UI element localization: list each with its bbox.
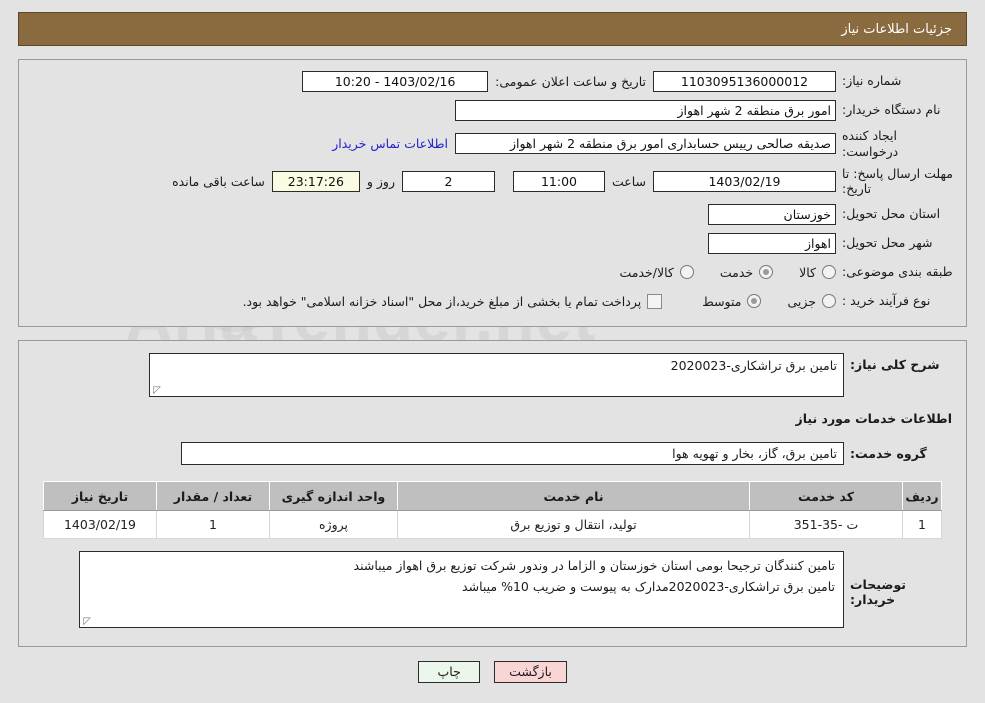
row-buyer-notes: توضیحات خریدار: تامین کنندگان ترجیحا بوم… [31,551,954,629]
general-description-label: شرح کلی نیاز: [850,357,940,373]
deadline-label-line2: تاریخ: [842,181,872,197]
column-header-service-name: نام خدمت [397,481,750,512]
radio-indicator-service[interactable] [759,265,774,280]
radio-indicator-goods[interactable] [822,265,836,280]
cell-quantity: 1 [156,510,270,540]
buyer-contact-link[interactable]: اطلاعات تماس خریدار [325,136,455,151]
radio-label-medium: متوسط [702,293,742,309]
buyer-organization-label: نام دستگاه خریدار: [842,102,941,118]
radio-indicator-goods-service[interactable] [679,265,694,280]
items-table-body: 1 ت -35-351 تولید، انتقال و توزیع برق پر… [43,510,942,540]
row-subject-category: طبقه بندی موضوعی: کالا خدمت کالا/خدمت [31,261,954,283]
cell-unit: پروژه [269,510,398,540]
cell-need-date: 1403/02/19 [43,510,157,540]
treasury-note-text: پرداخت تمام یا بخشی از مبلغ خرید،از محل … [242,293,642,309]
row-request-creator: ایجاد کننده درخواست: صدیقه صالحی رییس حس… [31,128,954,159]
radio-indicator-minor[interactable] [822,294,836,309]
notes-resize-grip-icon[interactable]: ◸ [82,617,91,627]
cell-service-name: تولید، انتقال و توزیع برق [397,510,750,540]
subject-category-label: طبقه بندی موضوعی: [842,264,953,280]
radio-indicator-medium[interactable] [747,294,762,309]
radio-category-service[interactable]: خدمت [719,264,774,280]
radio-process-minor[interactable]: جزیی [787,294,836,309]
print-button[interactable]: چاپ [418,661,481,684]
column-header-service-code: کد خدمت [749,481,903,512]
resize-grip-icon[interactable]: ◸ [152,386,161,396]
row-response-deadline: مهلت ارسال پاسخ: تا تاریخ: 1403/02/19 سا… [31,166,954,196]
deadline-date-value: 1403/02/19 [653,170,836,192]
deadline-hour-value: 11:00 [512,170,605,192]
row-delivery-city: شهر محل تحویل: اهواز [31,232,954,254]
radio-label-service: خدمت [719,264,754,280]
announcement-value: 1403/02/16 - 10:20 [302,70,489,92]
buyer-notes-textarea[interactable]: تامین کنندگان ترجیحا بومی استان خوزستان … [79,551,844,629]
row-delivery-province: استان محل تحویل: خوزستان [31,203,954,225]
radio-label-goods: کالا [799,264,816,280]
row-purchase-process: نوع فرآیند خرید : جزیی متوسط پرداخت تمام… [31,290,954,312]
action-button-bar: بازگشت چاپ [0,661,985,684]
radio-label-goods-service: کالا/خدمت [619,264,674,280]
remaining-time-label: ساعت باقی مانده [172,173,265,189]
need-info-panel: شماره نیاز: 1103095136000012 تاریخ و ساع… [18,59,967,328]
column-header-unit: واحد اندازه گیری [269,481,398,512]
buyer-organization-value: امور برق منطقه 2 شهر اهواز [455,99,836,121]
announcement-label: تاریخ و ساعت اعلان عمومی: [495,73,646,89]
general-description-textarea[interactable]: تامین برق تراشکاری-2020023 ◸ [149,353,844,398]
general-description-value: تامین برق تراشکاری-2020023 [670,358,837,374]
row-general-description: شرح کلی نیاز: تامین برق تراشکاری-2020023… [31,353,954,398]
buyer-notes-label: توضیحات خریدار: [850,577,906,608]
deadline-label-line1: مهلت ارسال پاسخ: تا [842,166,953,182]
request-creator-value: صدیقه صالحی رییس حسابداری امور برق منطقه… [455,133,836,155]
remaining-days-value: 2 [401,170,495,192]
cell-radif: 1 [902,510,942,540]
remaining-days-label: روز و [366,173,395,189]
need-number-label: شماره نیاز: [842,73,902,89]
radio-category-goods-service[interactable]: کالا/خدمت [619,264,694,280]
buyer-notes-line-2: تامین برق تراشکاری-2020023مدارک به پیوست… [462,578,835,594]
need-description-panel: شرح کلی نیاز: تامین برق تراشکاری-2020023… [18,340,967,648]
radio-process-medium[interactable]: متوسط [702,293,762,309]
row-need-number: شماره نیاز: 1103095136000012 تاریخ و ساع… [31,70,954,92]
delivery-province-label: استان محل تحویل: [842,206,941,222]
radio-label-minor: جزیی [787,293,816,309]
page-title: جزئیات اطلاعات نیاز [841,21,952,37]
request-creator-label: ایجاد کننده درخواست: [842,128,899,159]
items-table-head: ردیف کد خدمت نام خدمت واحد اندازه گیری ت… [43,481,942,512]
checkbox-treasury-bonds[interactable]: پرداخت تمام یا بخشی از مبلغ خرید،از محل … [242,293,663,309]
deadline-label: مهلت ارسال پاسخ: تا تاریخ: [836,166,954,196]
row-service-group: گروه خدمت: تامین برق، گاز، بخار و تهویه … [31,442,954,466]
checkbox-indicator-treasury[interactable] [647,293,663,309]
deadline-hour-label: ساعت [611,173,646,189]
row-buyer-organization: نام دستگاه خریدار: امور برق منطقه 2 شهر … [31,99,954,121]
column-header-radif: ردیف [902,481,942,512]
need-number-value: 1103095136000012 [653,70,836,92]
remaining-time-value: 23:17:26 [271,170,360,192]
radio-category-goods[interactable]: کالا [799,265,836,280]
service-group-label: گروه خدمت: [850,446,927,462]
page-root: جزئیات اطلاعات نیاز شماره نیاز: 11030951… [0,12,985,684]
back-button[interactable]: بازگشت [494,661,567,684]
services-section-heading: اطلاعات خدمات مورد نیاز [795,411,953,427]
items-table: ردیف کد خدمت نام خدمت واحد اندازه گیری ت… [43,481,942,540]
table-row: 1 ت -35-351 تولید، انتقال و توزیع برق پر… [43,510,942,540]
purchase-process-radio-group: جزیی متوسط [662,294,836,309]
column-header-quantity: تعداد / مقدار [156,481,270,512]
cell-service-code: ت -35-351 [749,510,903,540]
page-header-bar: جزئیات اطلاعات نیاز [18,12,967,46]
service-group-value: تامین برق، گاز، بخار و تهویه هوا [181,442,844,466]
items-table-header-row: ردیف کد خدمت نام خدمت واحد اندازه گیری ت… [43,481,942,512]
delivery-city-value: اهواز [708,232,836,254]
purchase-process-label: نوع فرآیند خرید : [842,293,931,309]
delivery-city-label: شهر محل تحویل: [842,235,933,251]
column-header-need-date: تاریخ نیاز [43,481,157,512]
delivery-province-value: خوزستان [708,203,836,225]
subject-category-radio-group: کالا خدمت کالا/خدمت [593,265,836,280]
items-table-wrapper: ردیف کد خدمت نام خدمت واحد اندازه گیری ت… [43,481,942,540]
buyer-notes-line-1: تامین کنندگان ترجیحا بومی استان خوزستان … [353,558,835,574]
